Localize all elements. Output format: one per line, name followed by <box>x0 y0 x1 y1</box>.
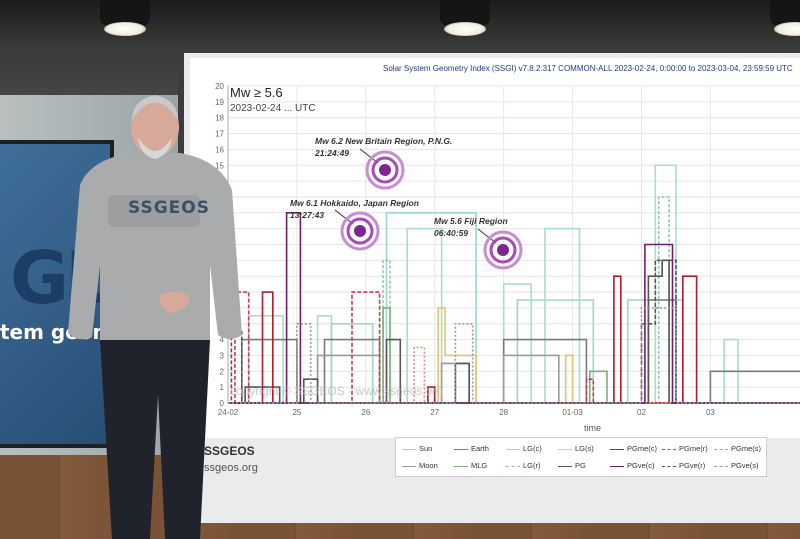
legend-entry: PGve(c) <box>610 461 655 470</box>
legend-label: PGve(c) <box>627 461 655 470</box>
legend-entry: PGme(s) <box>714 444 761 453</box>
legend-swatch <box>610 465 624 467</box>
legend-label: Sun <box>419 444 433 453</box>
x-tick-label: 03 <box>706 408 715 417</box>
legend-entry: PGve(r) <box>662 461 705 470</box>
x-tick-label: 28 <box>499 408 508 417</box>
legend-label: LG(s) <box>575 444 594 453</box>
legend-label: PGme(c) <box>627 444 657 453</box>
legend-entry: Earth <box>454 444 489 453</box>
legend-swatch <box>454 448 468 450</box>
x-tick-label: 25 <box>292 408 301 417</box>
legend-swatch <box>558 448 572 450</box>
legend-label: Moon <box>419 461 438 470</box>
legend-entry: Sun <box>402 444 432 453</box>
chart-legend: Sun Earth LG(c) LG(s) PGme(c) PGme(r) PGme(s) M… <box>395 437 767 477</box>
legend-entry: LG(c) <box>506 444 542 453</box>
hoodie-logo-text: SSGEOS <box>128 198 210 218</box>
legend-entry: MLG <box>454 461 487 470</box>
x-tick-label: 02 <box>637 408 646 417</box>
legend-swatch <box>506 448 520 450</box>
legend-entry: LG(s) <box>558 444 594 453</box>
legend-entry: Moon <box>402 461 438 470</box>
legend-swatch <box>610 448 624 450</box>
quake-target-icon <box>360 148 405 190</box>
legend-label: PGme(s) <box>731 444 761 453</box>
legend-label: PG <box>575 461 586 470</box>
presenter-figure <box>68 95 242 539</box>
watermark-copyright: copyright © SSGEOS - www.ssgeos.org <box>230 384 443 398</box>
legend-label: Earth <box>471 444 489 453</box>
legend-swatch <box>506 465 520 467</box>
series-line-pgve-r- <box>228 259 800 404</box>
legend-entry: PG <box>558 461 586 470</box>
series-line-pg <box>228 259 800 404</box>
chart-title: Solar System Geometry Index (SSGI) v7.8.… <box>383 64 793 73</box>
legend-swatch <box>402 465 416 467</box>
legend-label: PGme(r) <box>679 444 708 453</box>
ceiling-lamp-icon <box>90 0 160 38</box>
ceiling-lamp-icon <box>430 0 500 38</box>
quake-target-icon <box>335 209 380 251</box>
legend-label: PGve(r) <box>679 461 706 470</box>
legend-label: PGve(s) <box>731 461 759 470</box>
legend-entry: PGme(r) <box>662 444 708 453</box>
legend-swatch <box>454 465 468 467</box>
legend-swatch <box>714 465 728 467</box>
legend-entry: PGve(s) <box>714 461 759 470</box>
legend-swatch <box>402 448 416 450</box>
x-axis-label: time <box>584 423 602 433</box>
x-tick-label: 26 <box>361 408 370 417</box>
x-tick-label: 27 <box>430 408 439 417</box>
legend-swatch <box>662 465 676 467</box>
legend-label: MLG <box>471 461 488 470</box>
legend-label: LG(c) <box>523 444 542 453</box>
quake-target-icon <box>478 228 523 270</box>
x-tick-label: 01-03 <box>562 408 583 417</box>
legend-swatch <box>714 448 728 450</box>
legend-swatch <box>558 465 572 467</box>
legend-label: LG(r) <box>523 461 541 470</box>
legend-swatch <box>662 448 676 450</box>
legend-entry: LG(r) <box>506 461 541 470</box>
ceiling-lamp-icon <box>760 0 800 38</box>
legend-entry: PGme(c) <box>610 444 657 453</box>
